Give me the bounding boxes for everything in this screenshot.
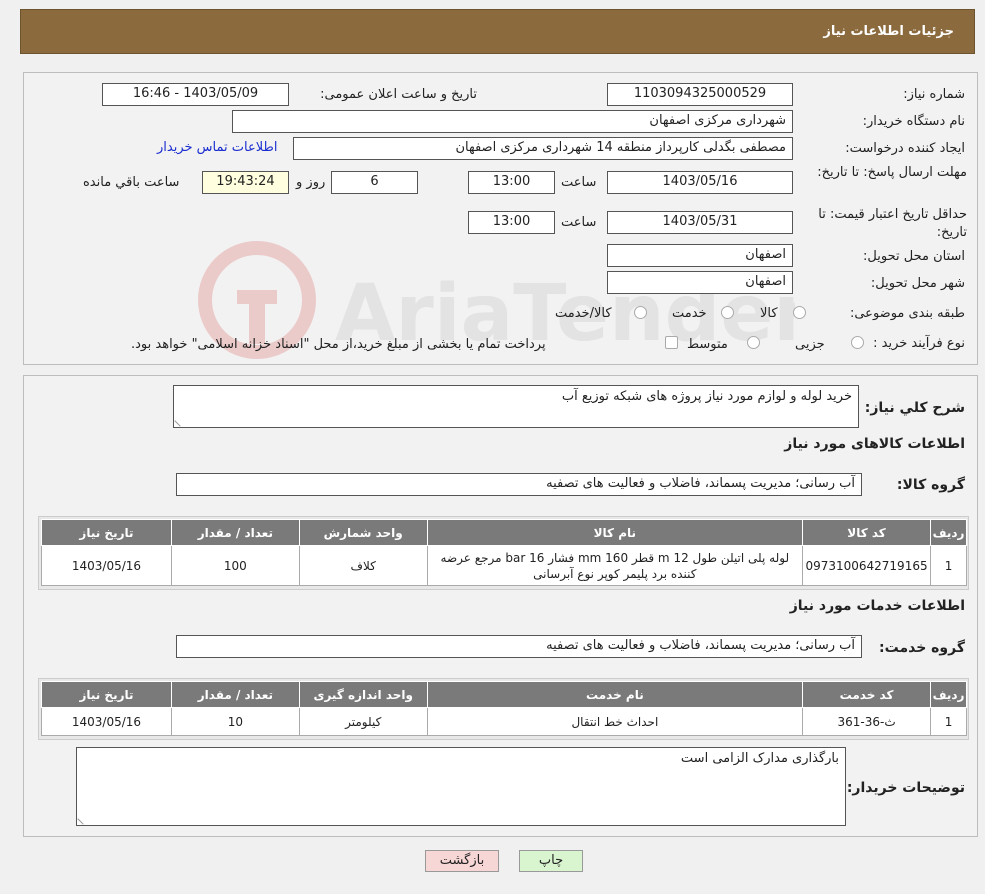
deadline-time-field: 13:00 [468, 171, 555, 194]
goods-cell-name: لوله پلی اتیلن طول 12 m قطر 160 mm فشار … [426, 545, 804, 586]
services-col-qty: تعداد / مقدار [170, 681, 300, 708]
services-col-name: نام خدمت [426, 681, 804, 708]
remaining-time-field: 19:43:24 [202, 171, 289, 194]
goods-cell-code: 0973100642719165 [802, 545, 932, 586]
goods-table-header: ردیف کد کالا نام کالا واحد شمارش تعداد /… [41, 519, 967, 546]
category-both-radio[interactable] [634, 306, 647, 319]
resize-handle-icon[interactable] [77, 813, 89, 825]
services-col-date: تاریخ نیاز [41, 681, 172, 708]
city-field: اصفهان [607, 271, 793, 294]
need-number-field: 1103094325000529 [607, 83, 793, 106]
province-field: اصفهان [607, 244, 793, 267]
category-label: طبقه بندی موضوعی: [849, 306, 965, 321]
goods-cell-unit: کلاف [298, 545, 428, 586]
days-label: روز و [296, 175, 326, 190]
creator-field: مصطفی بگدلی کارپرداز منطقه 14 شهرداری مر… [293, 137, 793, 160]
services-group-field: آب رسانی؛ مدیریت پسماند، فاضلاب و فعالیت… [176, 635, 862, 658]
goods-cell-date: 1403/05/16 [41, 545, 172, 586]
buyer-org-label: نام دستگاه خریدار: [862, 114, 965, 129]
table-row: 1 ث-36-361 احداث خط انتقال کیلومتر 10 14… [41, 707, 967, 736]
goods-group-label: گروه کالا: [896, 477, 965, 493]
services-cell-date: 1403/05/16 [41, 707, 172, 736]
category-goods-label: کالا [760, 306, 778, 321]
deadline-time-label: ساعت [561, 175, 597, 190]
services-col-unit: واحد اندازه گیری [298, 681, 428, 708]
contact-buyer-link[interactable]: اطلاعات تماس خریدار [157, 140, 277, 155]
services-cell-row: 1 [930, 707, 967, 736]
services-cell-qty: 10 [170, 707, 300, 736]
services-group-label: گروه خدمت: [879, 640, 965, 656]
deadline-label: مهلت ارسال پاسخ: تا تاریخ: [817, 165, 967, 180]
description-label: شرح كلي نياز: [864, 400, 965, 416]
services-section-title: اطلاعات خدمات مورد نیاز [789, 598, 965, 614]
services-cell-unit: کیلومتر [298, 707, 428, 736]
services-col-code: کد خدمت [802, 681, 932, 708]
goods-col-code: کد کالا [802, 519, 932, 546]
validity-time-label: ساعت [561, 215, 597, 230]
goods-cell-row: 1 [930, 545, 967, 586]
deadline-date-field: 1403/05/16 [607, 171, 793, 194]
description-textarea[interactable]: خرید لوله و لوازم مورد نیاز پروژه های شب… [173, 385, 859, 428]
process-medium-label: متوسط [687, 337, 728, 352]
services-col-row: ردیف [930, 681, 967, 708]
process-minor-radio[interactable] [851, 336, 864, 349]
table-row: 1 0973100642719165 لوله پلی اتیلن طول 12… [41, 545, 967, 586]
category-service-radio[interactable] [721, 306, 734, 319]
announce-field: 1403/05/09 - 16:46 [102, 83, 289, 106]
goods-col-row: ردیف [930, 519, 967, 546]
print-button[interactable]: چاپ [519, 850, 583, 872]
resize-handle-icon[interactable] [174, 415, 186, 427]
buyer-notes-textarea[interactable]: بارگذاری مدارک الزامی است [76, 747, 846, 826]
process-medium-radio[interactable] [747, 336, 760, 349]
need-number-label: شماره نیاز: [903, 87, 965, 102]
creator-label: ایجاد کننده درخواست: [845, 141, 965, 156]
process-minor-label: جزیی [795, 337, 825, 352]
services-cell-name: احداث خط انتقال [426, 707, 804, 736]
buyer-notes-label: توضیحات خریدار: [846, 780, 965, 796]
validity-label: حداقل تاریخ اعتبار قیمت: تا تاریخ: [818, 207, 967, 240]
validity-date-field: 1403/05/31 [607, 211, 793, 234]
validity-time-field: 13:00 [468, 211, 555, 234]
category-goods-radio[interactable] [793, 306, 806, 319]
goods-cell-qty: 100 [170, 545, 300, 586]
goods-table: ردیف کد کالا نام کالا واحد شمارش تعداد /… [41, 519, 967, 586]
days-field: 6 [331, 171, 418, 194]
remaining-label: ساعت باقي مانده [83, 175, 180, 190]
goods-section-title: اطلاعات کالاهای مورد نیاز [784, 436, 965, 452]
treasury-checkbox[interactable] [665, 336, 678, 349]
description-text: خرید لوله و لوازم مورد نیاز پروژه های شب… [561, 389, 852, 404]
page-header: جزئیات اطلاعات نیاز [20, 9, 975, 54]
category-both-label: کالا/خدمت [555, 306, 612, 321]
services-cell-code: ث-36-361 [802, 707, 932, 736]
goods-col-unit: واحد شمارش [298, 519, 428, 546]
back-button[interactable]: بازگشت [425, 850, 499, 872]
province-label: استان محل تحویل: [863, 249, 965, 264]
buyer-org-field: شهرداری مرکزی اصفهان [232, 110, 793, 133]
goods-group-field: آب رسانی؛ مدیریت پسماند، فاضلاب و فعالیت… [176, 473, 862, 496]
process-note: پرداخت تمام یا بخشی از مبلغ خرید،از محل … [131, 337, 546, 352]
goods-col-date: تاریخ نیاز [41, 519, 172, 546]
process-label: نوع فرآیند خرید : [873, 336, 965, 351]
buyer-notes-text: بارگذاری مدارک الزامی است [680, 751, 839, 766]
city-label: شهر محل تحویل: [870, 276, 965, 291]
announce-label: تاریخ و ساعت اعلان عمومی: [320, 87, 477, 102]
goods-col-qty: تعداد / مقدار [170, 519, 300, 546]
goods-col-name: نام کالا [426, 519, 804, 546]
page-title: جزئیات اطلاعات نیاز [823, 24, 954, 39]
services-table-header: ردیف کد خدمت نام خدمت واحد اندازه گیری ت… [41, 681, 967, 708]
services-table: ردیف کد خدمت نام خدمت واحد اندازه گیری ت… [41, 681, 967, 736]
category-service-label: خدمت [672, 306, 707, 321]
